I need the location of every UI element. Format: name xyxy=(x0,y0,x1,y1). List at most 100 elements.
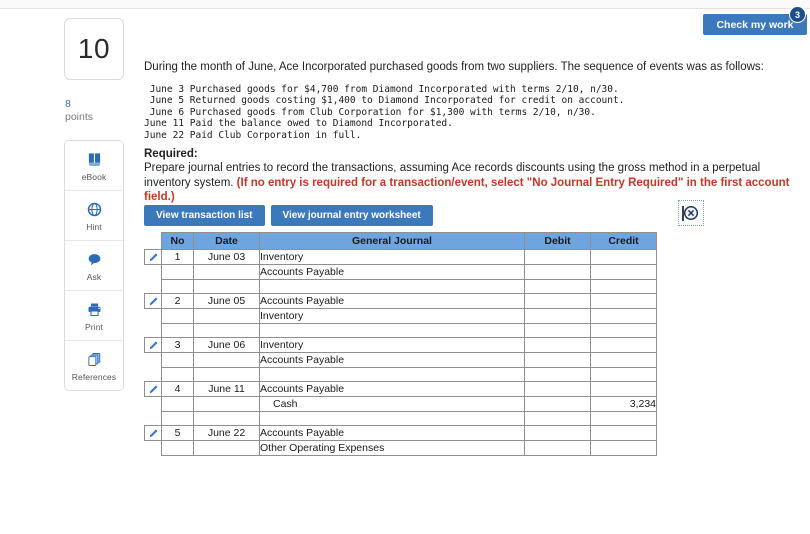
cell-credit[interactable] xyxy=(590,293,657,309)
journal-table-row: 5 June 22 Accounts Payable xyxy=(144,425,657,441)
cell-credit[interactable] xyxy=(590,264,657,280)
tool-hint-label: Hint xyxy=(86,222,102,232)
cell-credit[interactable] xyxy=(590,249,657,265)
cell-date: June 05 xyxy=(193,293,260,309)
cell-general-journal[interactable]: Other Operating Expenses xyxy=(259,440,525,456)
cell-general-journal[interactable] xyxy=(259,323,525,338)
journal-table-row xyxy=(145,367,657,382)
cell-no xyxy=(161,264,194,280)
edit-column-header xyxy=(145,233,162,250)
cell-credit[interactable] xyxy=(590,308,657,324)
cell-general-journal[interactable]: Accounts Payable xyxy=(259,352,525,368)
cell-credit[interactable] xyxy=(590,440,657,456)
cell-general-journal[interactable]: Accounts Payable xyxy=(259,293,525,309)
cell-credit[interactable] xyxy=(590,337,657,353)
cell-debit[interactable] xyxy=(524,264,591,280)
cell-no xyxy=(161,308,194,324)
cell-general-journal[interactable]: Inventory xyxy=(259,308,525,324)
tool-ask[interactable]: Ask xyxy=(65,241,123,291)
check-my-work-container: Check my work 3 xyxy=(703,6,807,36)
cell-date xyxy=(193,279,260,294)
edit-row-button[interactable] xyxy=(144,337,162,353)
cell-debit[interactable] xyxy=(524,381,591,397)
cell-general-journal[interactable]: Inventory xyxy=(259,249,525,265)
cell-general-journal[interactable]: Accounts Payable xyxy=(259,425,525,441)
cell-date: June 11 xyxy=(193,381,260,397)
cell-credit[interactable] xyxy=(590,323,657,338)
cell-no xyxy=(161,367,194,382)
question-number-box: 10 xyxy=(64,18,124,80)
points-value: 8 xyxy=(65,98,71,110)
cell-debit[interactable] xyxy=(524,425,591,441)
cell-debit[interactable] xyxy=(524,308,591,324)
cell-date xyxy=(193,396,260,412)
cell-no xyxy=(161,323,194,338)
ebook-icon xyxy=(87,149,102,169)
cell-debit[interactable] xyxy=(524,440,591,456)
cell-general-journal[interactable]: Cash xyxy=(259,396,525,412)
cell-debit[interactable] xyxy=(524,249,591,265)
cell-credit[interactable] xyxy=(590,381,657,397)
cell-credit[interactable] xyxy=(590,411,657,426)
cell-debit[interactable] xyxy=(524,396,591,412)
view-transaction-list-button[interactable]: View transaction list xyxy=(144,205,265,226)
cell-credit[interactable] xyxy=(590,367,657,382)
cell-no: 4 xyxy=(161,381,194,397)
worksheet-tabs: View transaction list View journal entry… xyxy=(144,205,433,226)
cell-credit[interactable] xyxy=(590,279,657,294)
circle-x-icon xyxy=(683,205,699,221)
tool-references-label: References xyxy=(71,372,117,382)
edit-cell-empty xyxy=(145,368,162,382)
column-header-no: No xyxy=(161,232,194,250)
column-header-date: Date xyxy=(193,232,260,250)
column-header-debit: Debit xyxy=(524,232,591,250)
cell-no: 5 xyxy=(161,425,194,441)
cell-date: June 06 xyxy=(193,337,260,353)
broken-image-icon[interactable] xyxy=(678,200,704,226)
cell-general-journal[interactable] xyxy=(259,279,525,294)
journal-table-body: 1 June 03 Inventory Accounts Payable 2 June 0… xyxy=(144,249,657,456)
column-header-general-journal: General Journal xyxy=(259,232,525,250)
cell-debit[interactable] xyxy=(524,279,591,294)
journal-table-row: 1 June 03 Inventory xyxy=(144,249,657,265)
cell-debit[interactable] xyxy=(524,411,591,426)
journal-table-row: 3 June 06 Inventory xyxy=(144,337,657,353)
view-journal-entry-worksheet-button[interactable]: View journal entry worksheet xyxy=(270,205,433,226)
tool-hint[interactable]: Hint xyxy=(65,191,123,241)
cell-no xyxy=(161,396,194,412)
cell-credit[interactable]: 3,234 xyxy=(590,396,657,412)
print-icon xyxy=(87,299,102,319)
cell-date: June 03 xyxy=(193,249,260,265)
cell-debit[interactable] xyxy=(524,367,591,382)
points-label: points xyxy=(65,111,94,123)
page-top-bar xyxy=(0,0,810,9)
cell-credit[interactable] xyxy=(590,352,657,368)
edit-row-button[interactable] xyxy=(144,293,162,309)
question-number: 10 xyxy=(77,33,111,64)
edit-row-button[interactable] xyxy=(144,381,162,397)
cell-debit[interactable] xyxy=(524,293,591,309)
tool-references[interactable]: References xyxy=(65,341,123,390)
ask-icon xyxy=(87,249,102,269)
cell-general-journal[interactable]: Inventory xyxy=(259,337,525,353)
edit-cell-empty xyxy=(145,280,162,294)
edit-row-button[interactable] xyxy=(144,425,162,441)
tool-ebook[interactable]: eBook xyxy=(65,141,123,191)
broken-image-bar xyxy=(682,206,684,221)
cell-date xyxy=(193,352,260,368)
tool-stack: eBook Hint Ask Print References xyxy=(64,140,124,391)
cell-general-journal[interactable] xyxy=(259,367,525,382)
tool-print[interactable]: Print xyxy=(65,291,123,341)
cell-debit[interactable] xyxy=(524,337,591,353)
cell-debit[interactable] xyxy=(524,352,591,368)
cell-credit[interactable] xyxy=(590,425,657,441)
edit-row-button[interactable] xyxy=(144,249,162,265)
check-my-work-badge: 3 xyxy=(789,6,806,23)
problem-events: June 3 Purchased goods for $4,700 from D… xyxy=(144,84,625,141)
cell-general-journal[interactable] xyxy=(259,411,525,426)
problem-intro: During the month of June, Ace Incorporat… xyxy=(144,61,764,73)
cell-general-journal[interactable]: Accounts Payable xyxy=(259,264,525,280)
cell-debit[interactable] xyxy=(524,323,591,338)
cell-date xyxy=(193,440,260,456)
cell-general-journal[interactable]: Accounts Payable xyxy=(259,381,525,397)
